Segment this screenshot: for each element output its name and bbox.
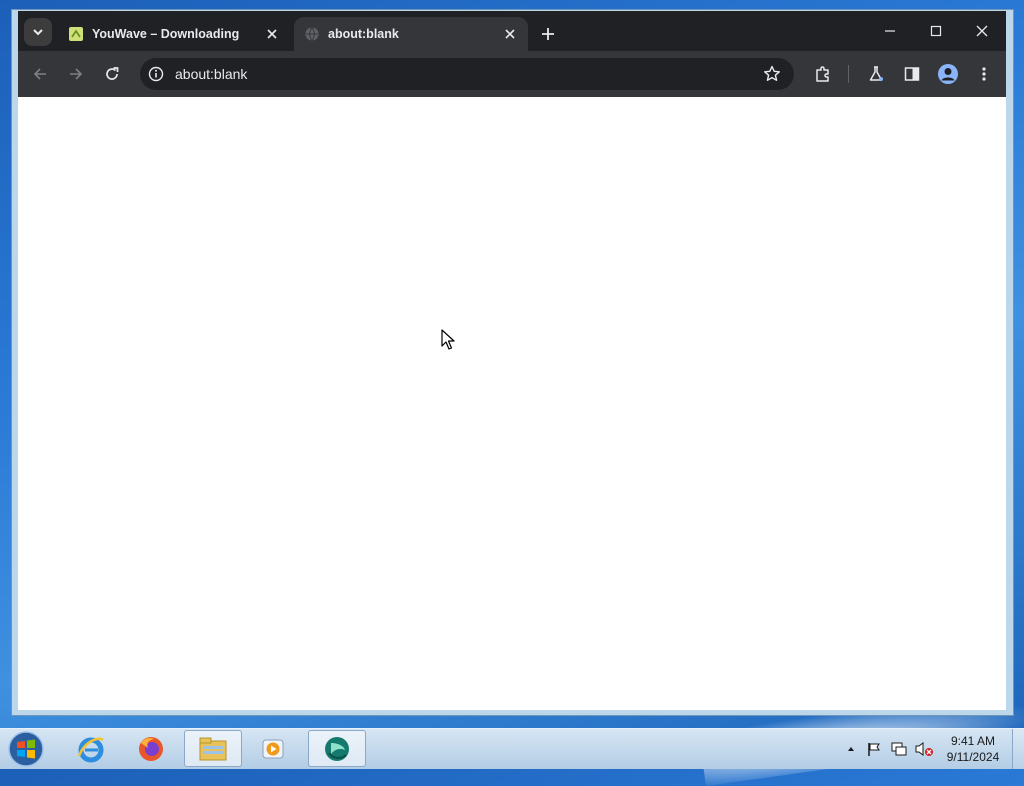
volume-tray[interactable] [912, 729, 936, 769]
file-explorer-icon [199, 737, 227, 760]
side-panel-icon [904, 67, 920, 81]
puzzle-icon [816, 66, 829, 82]
action-center-tray[interactable] [864, 729, 884, 769]
reload-button[interactable] [98, 60, 126, 88]
clock-date: 9/11/2024 [946, 750, 1000, 764]
media-player-icon [262, 739, 284, 758]
show-hidden-icons-button[interactable] [844, 729, 858, 769]
flag-icon [868, 743, 880, 756]
menu-button[interactable] [970, 60, 998, 88]
close-tab-button[interactable] [502, 26, 518, 42]
close-tab-button[interactable] [264, 26, 280, 42]
globe-icon [304, 26, 320, 42]
taskbar-file-explorer[interactable] [184, 730, 242, 767]
reload-icon [106, 67, 119, 80]
internet-explorer-icon [77, 737, 104, 762]
close-icon [267, 29, 277, 39]
side-panel-button[interactable] [898, 60, 926, 88]
taskbar-youwave[interactable] [308, 730, 366, 767]
close-icon [505, 29, 515, 39]
tab-search-button[interactable] [24, 18, 52, 46]
browser-chrome: YouWave – Downloading about:blank about:… [18, 11, 1006, 97]
network-tray[interactable] [888, 729, 910, 769]
firefox-icon [139, 736, 163, 761]
taskbar-media-player[interactable] [244, 730, 302, 767]
taskbar: 9:41 AM 9/11/2024 [0, 728, 1024, 769]
minimize-button[interactable] [870, 19, 910, 43]
maximize-icon [930, 25, 942, 37]
system-clock[interactable]: 9:41 AM 9/11/2024 [940, 733, 1006, 765]
tab-title: YouWave – Downloading [92, 27, 240, 41]
arrow-left-icon [33, 68, 46, 80]
arrow-right-icon [70, 68, 83, 80]
network-icon [891, 742, 907, 756]
youwave-icon [68, 26, 84, 42]
minimize-icon [885, 30, 895, 32]
address-bar[interactable]: about:blank [140, 58, 794, 90]
maximize-button[interactable] [916, 19, 956, 43]
tab-title: about:blank [328, 27, 399, 41]
chevron-up-icon [848, 747, 854, 751]
show-desktop-button[interactable] [1012, 729, 1024, 769]
tab-youwave[interactable]: YouWave – Downloading [58, 17, 290, 51]
browser-toolbar: about:blank [18, 51, 1006, 97]
taskbar-internet-explorer[interactable] [62, 730, 120, 767]
toolbar-divider [848, 65, 849, 83]
tab-strip: YouWave – Downloading about:blank [18, 11, 1006, 51]
mouse-cursor-icon [441, 329, 455, 350]
plus-icon [542, 28, 554, 40]
more-vertical-icon [982, 67, 986, 81]
new-tab-button[interactable] [536, 22, 560, 46]
profile-button[interactable] [934, 60, 962, 88]
forward-button[interactable] [62, 60, 90, 88]
taskbar-firefox[interactable] [122, 730, 180, 767]
star-icon [764, 65, 780, 81]
close-icon [976, 25, 988, 37]
start-button[interactable] [6, 730, 46, 768]
page-content[interactable] [18, 97, 1006, 710]
windows-logo-icon [8, 731, 44, 767]
youwave-icon [325, 736, 349, 761]
flask-icon [869, 66, 883, 81]
bookmark-star-button[interactable] [762, 64, 782, 84]
avatar-icon [938, 64, 958, 84]
chevron-down-icon [33, 29, 43, 36]
tab-about-blank[interactable]: about:blank [294, 17, 528, 51]
labs-button[interactable] [862, 60, 890, 88]
info-icon[interactable] [148, 66, 164, 82]
volume-muted-icon [915, 742, 933, 756]
url-text[interactable]: about:blank [175, 66, 735, 82]
clock-time: 9:41 AM [950, 734, 996, 748]
close-window-button[interactable] [962, 19, 1002, 43]
extensions-button[interactable] [809, 60, 837, 88]
back-button[interactable] [26, 60, 54, 88]
